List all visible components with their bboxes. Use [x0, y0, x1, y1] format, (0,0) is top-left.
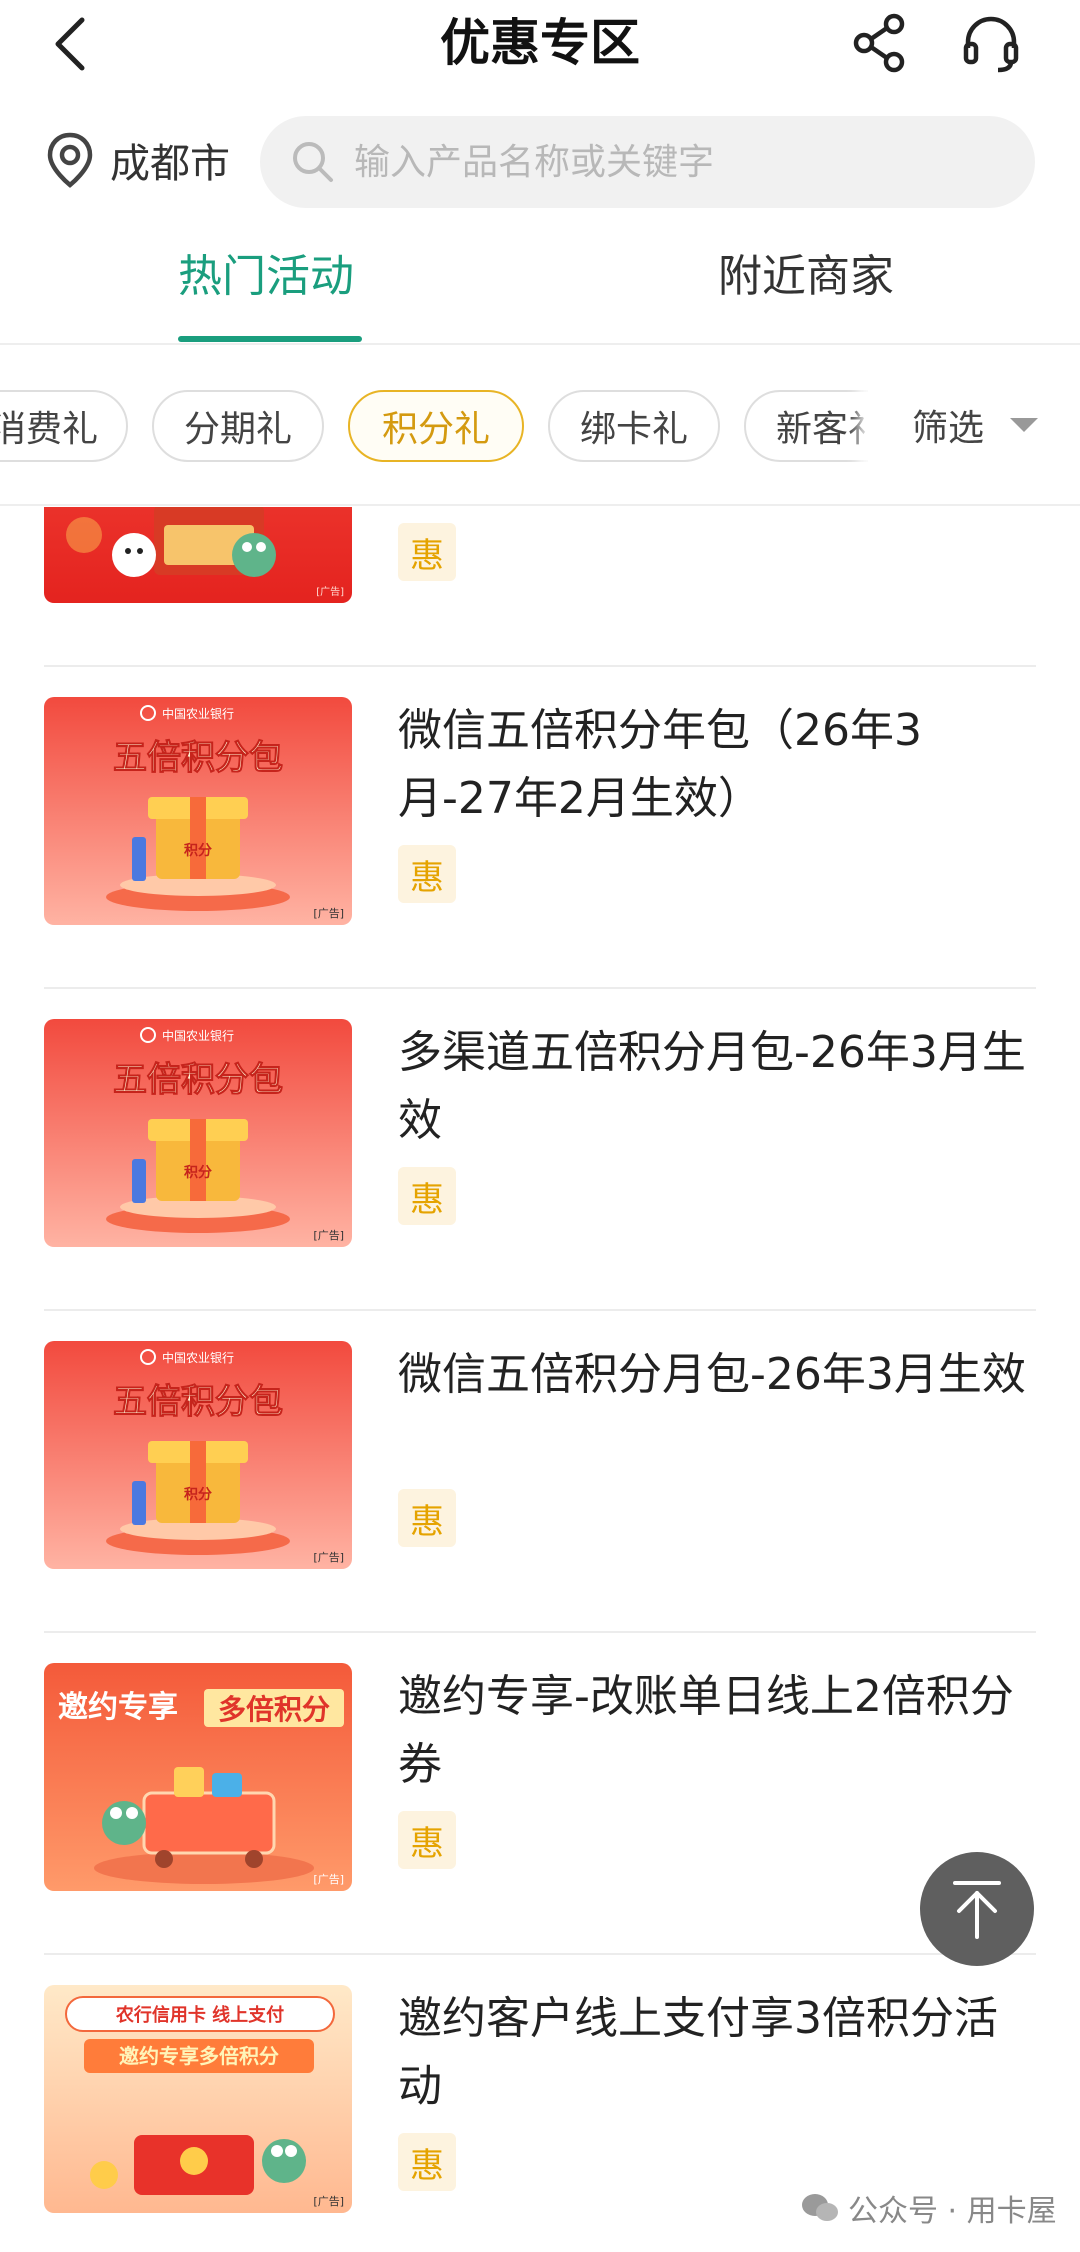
banner-title: 五倍积分包: [113, 738, 283, 778]
bank-name: 中国农业银行: [162, 706, 234, 721]
chip-bind-card-gift[interactable]: 绑卡礼: [548, 390, 720, 462]
wechat-icon: [802, 2194, 838, 2221]
banner-title-a: 邀约专享: [58, 1690, 178, 1725]
ad-tag: [广告]: [313, 1873, 344, 1886]
five-times-points-pack-image: 中国农业银行 五倍积分包 积分 [广告]: [44, 1341, 352, 1569]
five-times-points-pack-image: 中国农业银行 五倍积分包 积分 [广告]: [44, 1019, 352, 1247]
list-item[interactable]: 中国农业银行 五倍积分包 积分 [广告] 多渠道五倍积分月包-26年3月生效 惠: [44, 989, 1036, 1311]
abc-online-pay-image: 农行信用卡 线上支付 邀约专享多倍积分 [广告]: [44, 1985, 352, 2213]
banner-title-b: 多倍积分: [218, 1693, 330, 1726]
banner-title-a: 农行信用卡 线上支付: [115, 2004, 284, 2026]
discount-badge: 惠: [398, 2133, 456, 2191]
discount-badge: 惠: [398, 523, 456, 581]
headset-icon: [963, 16, 1019, 73]
share-button[interactable]: [850, 12, 912, 74]
five-times-points-pack-image: 中国农业银行 五倍积分包 积分 [广告]: [44, 697, 352, 925]
activity-list: [广告] 惠 中国农业银行 五倍积分包 积分 [广告] 微信五倍积分年包（26年…: [0, 507, 1080, 2252]
item-title: 微信五倍积分年包（26年3月-27年2月生效）: [398, 705, 922, 824]
list-item[interactable]: 中国农业银行 五倍积分包 积分 [广告] 微信五倍积分年包（26年3月-27年2…: [44, 667, 1036, 989]
item-title: 微信五倍积分月包-26年3月生效: [398, 1349, 1026, 1400]
chip-consumption-gift[interactable]: 消费礼: [0, 390, 128, 462]
customer-service-button[interactable]: [960, 12, 1022, 74]
list-item[interactable]: 邀约专享 多倍积分 [广告] 邀约专享-改账单日线上2倍积分券 惠: [44, 1633, 1036, 1955]
jd-gift-ad-image: [广告]: [44, 507, 352, 603]
invite-multi-points-image: 邀约专享 多倍积分 [广告]: [44, 1663, 352, 1891]
gift-label: 积分: [184, 842, 212, 859]
filter-bar: 消费礼 分期礼 积分礼 绑卡礼 新客礼 筛选: [0, 346, 1080, 506]
search-icon: [293, 142, 333, 182]
tab-bar: 热门活动 附近商家: [0, 225, 1080, 345]
banner-title: 五倍积分包: [113, 1382, 283, 1422]
item-title: 邀约专享-改账单日线上2倍积分券: [398, 1671, 1014, 1790]
location-pin-icon: [47, 132, 93, 188]
watermark: 公众号 · 用卡屋: [800, 2186, 1057, 2230]
discount-badge: 惠: [398, 1167, 456, 1225]
caret-down-icon: [1010, 418, 1039, 432]
search-bar[interactable]: [260, 116, 1035, 208]
bank-name: 中国农业银行: [162, 1350, 234, 1365]
gift-label: 积分: [184, 1164, 212, 1181]
discount-badge: 惠: [398, 1489, 456, 1547]
share-icon: [853, 13, 905, 73]
chip-points-gift[interactable]: 积分礼: [348, 390, 524, 462]
list-item[interactable]: 中国农业银行 五倍积分包 积分 [广告] 微信五倍积分月包-26年3月生效 惠: [44, 1311, 1036, 1633]
ad-tag: [广告]: [313, 2195, 344, 2208]
ad-tag: [广告]: [316, 585, 344, 598]
tab-nearby-merchants[interactable]: 附近商家: [718, 247, 894, 307]
banner-title: 五倍积分包: [113, 1060, 283, 1100]
list-item[interactable]: [广告] 惠: [44, 507, 1036, 667]
page-title: 优惠专区: [440, 14, 640, 72]
item-title: 邀约客户线上支付享3倍积分活动: [398, 1993, 998, 2112]
banner-title-b: 邀约专享多倍积分: [119, 2044, 279, 2068]
tab-hot-activities[interactable]: 热门活动: [178, 247, 354, 307]
search-input[interactable]: [354, 141, 994, 183]
location-selector[interactable]: 成都市: [44, 130, 230, 190]
arrow-up-icon: [953, 1881, 1001, 1939]
back-to-top-button[interactable]: [920, 1852, 1034, 1966]
item-title: 多渠道五倍积分月包-26年3月生效: [398, 1027, 1026, 1146]
ad-tag: [广告]: [313, 1551, 344, 1564]
bank-name: 中国农业银行: [162, 1028, 234, 1043]
chip-installment-gift[interactable]: 分期礼: [152, 390, 324, 462]
discount-badge: 惠: [398, 1811, 456, 1869]
active-tab-indicator: [178, 336, 362, 342]
filter-button[interactable]: 筛选: [868, 346, 1080, 504]
discount-badge: 惠: [398, 845, 456, 903]
filter-label: 筛选: [912, 408, 985, 449]
ad-tag: [广告]: [313, 907, 344, 920]
city-label: 成都市: [110, 141, 230, 187]
top-bar: 优惠专区: [0, 0, 1080, 90]
ad-tag: [广告]: [313, 1229, 344, 1242]
watermark-text: 公众号 · 用卡屋: [848, 2194, 1057, 2229]
gift-label: 积分: [184, 1486, 212, 1503]
